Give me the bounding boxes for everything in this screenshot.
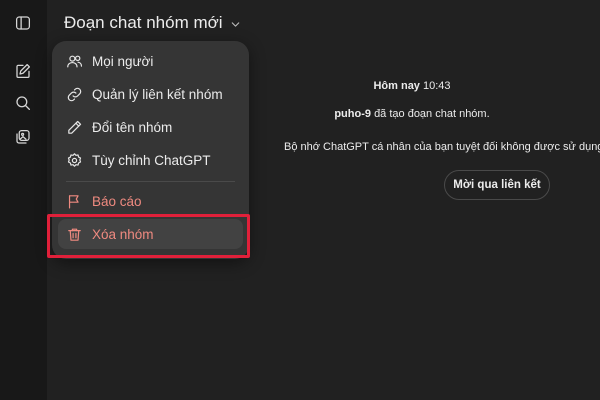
chat-timestamp: Hôm nay 10:43 (262, 80, 562, 92)
menu-item-label: Xóa nhóm (92, 226, 154, 242)
chat-title-dropdown[interactable]: Đoạn chat nhóm mới (64, 12, 242, 34)
group-chat-menu: Mọi người Quản lý liên kết nhóm Đổi tên … (52, 41, 249, 259)
library-button[interactable] (10, 124, 36, 150)
menu-item-report[interactable]: Báo cáo (58, 186, 243, 216)
pencil-icon (68, 120, 82, 134)
menu-item-label: Tùy chỉnh ChatGPT (92, 152, 211, 168)
menu-item-manage-link[interactable]: Quản lý liên kết nhóm (58, 79, 243, 109)
sidebar-toggle-icon (15, 16, 31, 30)
menu-item-customize[interactable]: Tùy chỉnh ChatGPT (58, 145, 243, 175)
invite-link-button[interactable]: Mời qua liên kết (444, 170, 550, 200)
menu-item-rename[interactable]: Đổi tên nhóm (58, 112, 243, 142)
search-icon (16, 96, 31, 111)
menu-divider (66, 181, 235, 182)
chat-created-notice: puho-9 đã tạo đoạn chat nhóm. (262, 108, 562, 120)
memory-notice: Bộ nhớ ChatGPT cá nhân của bạn tuyệt đối… (284, 141, 600, 153)
sidebar-toggle-button[interactable] (10, 10, 36, 36)
sidebar (0, 0, 47, 400)
search-button[interactable] (10, 90, 36, 116)
new-chat-button[interactable] (10, 58, 36, 84)
menu-item-people[interactable]: Mọi người (58, 46, 243, 76)
people-icon (67, 55, 83, 67)
timestamp-label: Hôm nay (373, 80, 420, 92)
link-icon (67, 87, 82, 101)
menu-item-label: Báo cáo (92, 193, 142, 209)
library-icon (16, 129, 30, 144)
trash-icon (68, 228, 81, 241)
menu-item-label: Đổi tên nhóm (92, 119, 173, 135)
flag-icon (68, 194, 79, 208)
gear-icon (67, 152, 82, 167)
menu-item-delete-group[interactable]: Xóa nhóm (58, 219, 243, 249)
menu-item-label: Mọi người (92, 53, 154, 69)
creator-name: puho-9 (334, 108, 371, 120)
page-title: Đoạn chat nhóm mới (64, 13, 223, 32)
menu-item-label: Quản lý liên kết nhóm (92, 86, 223, 102)
created-text: đã tạo đoạn chat nhóm. (374, 108, 490, 120)
chevron-down-icon (231, 21, 239, 27)
timestamp-value: 10:43 (423, 80, 451, 92)
new-chat-icon (16, 63, 31, 79)
